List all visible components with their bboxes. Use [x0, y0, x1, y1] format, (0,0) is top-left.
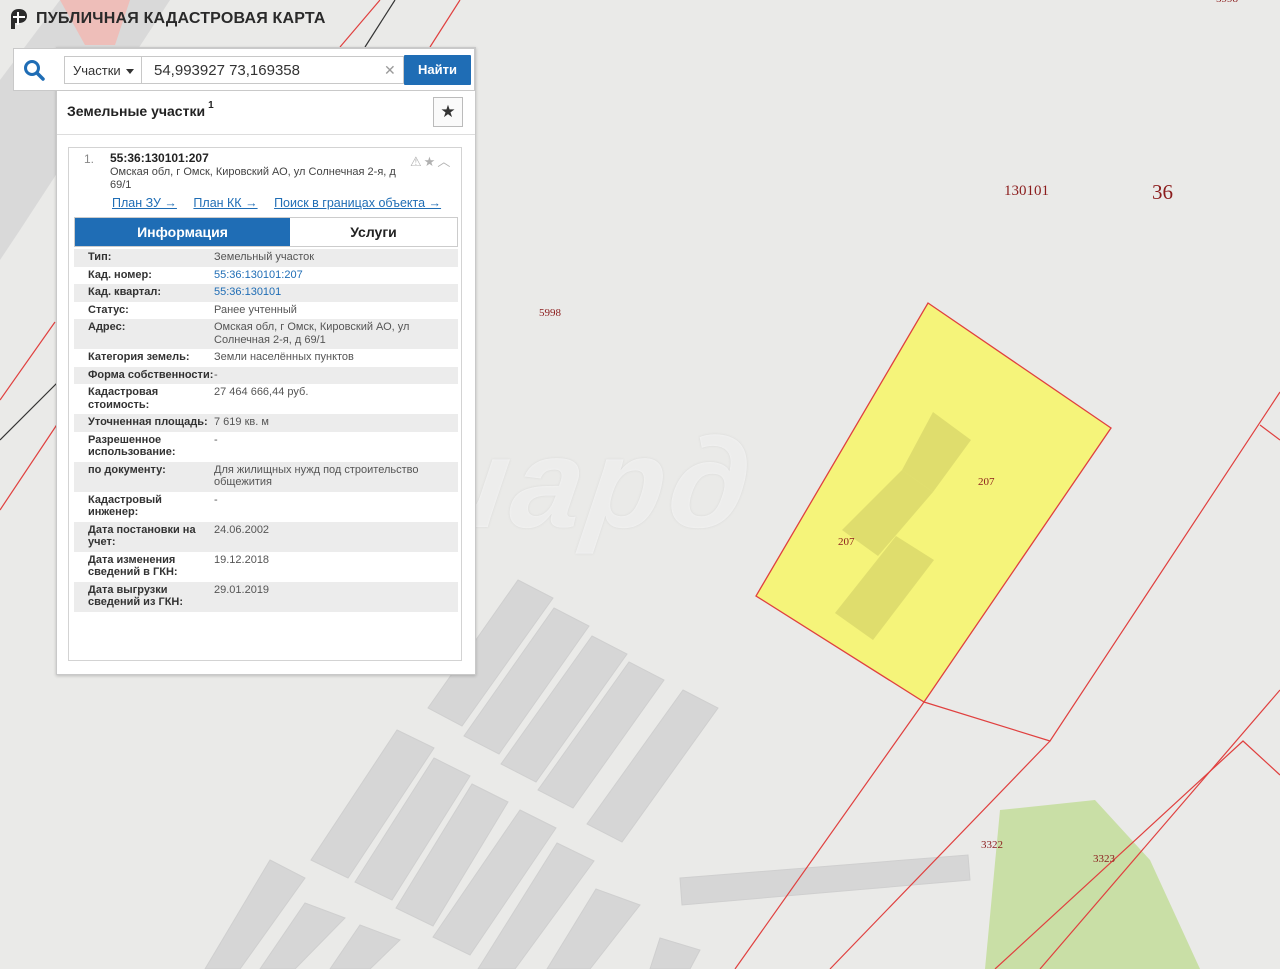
map-label-parcel: 207 [978, 476, 995, 488]
info-label: Кад. квартал: [88, 286, 162, 298]
result-card: 1. 55:36:130101:207 Омская обл, г Омск, … [68, 147, 462, 661]
info-value: - [214, 368, 218, 381]
map-label-parcel: 5998 [1216, 0, 1238, 5]
info-value: - [214, 493, 218, 506]
results-title-text: Земельные участки [67, 103, 206, 119]
info-label: Адрес: [88, 321, 126, 333]
info-label: Форма собственности: [88, 368, 214, 381]
info-value: - [214, 433, 218, 446]
tab-information[interactable]: Информация [75, 218, 290, 246]
info-label: Уточненная площадь: [88, 416, 208, 428]
info-row: Кад. номер: 55:36:130101:207 [74, 267, 458, 285]
info-label: Тип: [88, 251, 112, 263]
info-value: 19.12.2018 [214, 553, 270, 566]
info-label: Дата постановки на учет: [88, 523, 196, 549]
result-address: Омская обл, г Омск, Кировский АО, ул Сол… [110, 166, 396, 191]
info-label: Кад. номер: [88, 268, 152, 281]
info-row: Статус: Ранее учтенный [74, 302, 458, 320]
info-label: Дата выгрузки сведений из ГКН: [88, 583, 184, 609]
results-count: 1 [208, 100, 214, 111]
info-value: 27 464 666,44 руб. [214, 386, 309, 398]
results-header: Земельные участки 1 ★ [57, 91, 475, 135]
star-icon[interactable]: ★ [424, 154, 438, 169]
result-cadastral-number[interactable]: 55:36:130101:207 [110, 151, 209, 165]
info-value: Земельный участок [214, 251, 315, 263]
info-row: Форма собственности: - [74, 366, 458, 384]
map-label-parcel: 3323 [1093, 853, 1115, 865]
app-title-text: ПУБЛИЧНАЯ КАДАСТРОВАЯ КАРТА [36, 10, 326, 27]
link-plan-zu[interactable]: План ЗУ → [112, 196, 177, 210]
search-bar: Участки 54,993927 73,169358 ✕ Найти [13, 48, 475, 91]
info-row: по документу: Для жилищных нужд под строи… [74, 461, 458, 492]
map-label-district: 36 [1152, 180, 1173, 204]
object-type-select[interactable]: Участки [64, 56, 142, 84]
info-value: 24.06.2002 [214, 523, 270, 536]
info-row: Дата постановки на учет: 24.06.2002 [74, 521, 458, 552]
card-tabs: Информация Услуги [74, 217, 458, 247]
info-row: Кад. квартал: 55:36:130101 [74, 284, 458, 302]
object-type-value: Участки [73, 63, 121, 78]
info-value[interactable]: 55:36:130101 [214, 286, 458, 299]
search-input[interactable]: 54,993927 73,169358 [142, 56, 404, 84]
info-row: Кадастровая стоимость: 27 464 666,44 руб. [74, 384, 458, 414]
favorites-star-icon[interactable]: ★ [433, 97, 463, 127]
info-label: Категория земель: [88, 351, 190, 363]
map-label-parcel: 3322 [981, 839, 1003, 851]
info-value: Ранее учтенный [214, 303, 297, 316]
info-row: Кадастровый инженер: - [74, 492, 458, 522]
info-value[interactable]: 55:36:130101:207 [214, 269, 458, 282]
chevron-up-icon[interactable]: ︿ [437, 154, 452, 169]
tab-services[interactable]: Услуги [290, 218, 457, 246]
info-row: Адрес: Омская обл, г Омск, Кировский АО, … [74, 319, 458, 349]
map-label-quarter: 130101 [1004, 183, 1049, 199]
close-icon[interactable]: ✕ [384, 62, 396, 79]
info-row: Тип: Земельный участок [74, 249, 458, 267]
info-table: Тип: Земельный участок Кад. номер: 55:36:13… [74, 249, 458, 612]
info-value: Земли населённых пунктов [214, 351, 354, 363]
card-links: План ЗУ → План КК → Поиск в границах объ… [112, 196, 441, 210]
app-logo-icon [11, 9, 27, 29]
search-icon[interactable] [22, 58, 48, 82]
link-search-in-bounds[interactable]: Поиск в границах объекта → [274, 196, 441, 210]
info-row: Категория земель: Земли населённых пункто… [74, 349, 458, 367]
chevron-down-icon [126, 69, 134, 74]
info-value: 29.01.2019 [214, 583, 270, 596]
app-title: ПУБЛИЧНАЯ КАДАСТРОВАЯ КАРТА [10, 9, 326, 29]
search-panel: Участки 54,993927 73,169358 ✕ Найти Земе… [13, 47, 476, 675]
map-label-parcel: 207 [838, 536, 855, 548]
card-actions: ⚠★︿ [410, 151, 452, 170]
info-label: Кадастровая стоимость: [88, 386, 159, 411]
info-row: Уточненная площадь: 7 619 кв. м [74, 414, 458, 432]
warning-icon[interactable]: ⚠ [410, 154, 424, 169]
info-value: Омская обл, г Омск, Кировский АО, ул Сол… [214, 321, 410, 346]
info-label: Кадастровый инженер: [88, 493, 162, 519]
info-label: Дата изменения сведений в ГКН: [88, 553, 178, 579]
result-index: 1. [84, 152, 95, 166]
results-title: Земельные участки 1 [67, 100, 214, 119]
find-button[interactable]: Найти [404, 55, 471, 85]
info-label: по документу: [88, 463, 166, 476]
info-value: Для жилищных нужд под строительство обще… [214, 463, 419, 489]
link-plan-kk[interactable]: План КК → [193, 196, 257, 210]
info-row: Разрешенное использование: - [74, 432, 458, 462]
info-row: Дата изменения сведений в ГКН: 19.12.2018 [74, 552, 458, 582]
info-label: Статус: [88, 303, 129, 316]
info-label: Разрешенное использование: [88, 433, 176, 459]
info-row: Дата выгрузки сведений из ГКН: 29.01.2019 [74, 581, 458, 612]
map-label-parcel: 5998 [539, 307, 561, 319]
info-value: 7 619 кв. м [214, 416, 269, 428]
